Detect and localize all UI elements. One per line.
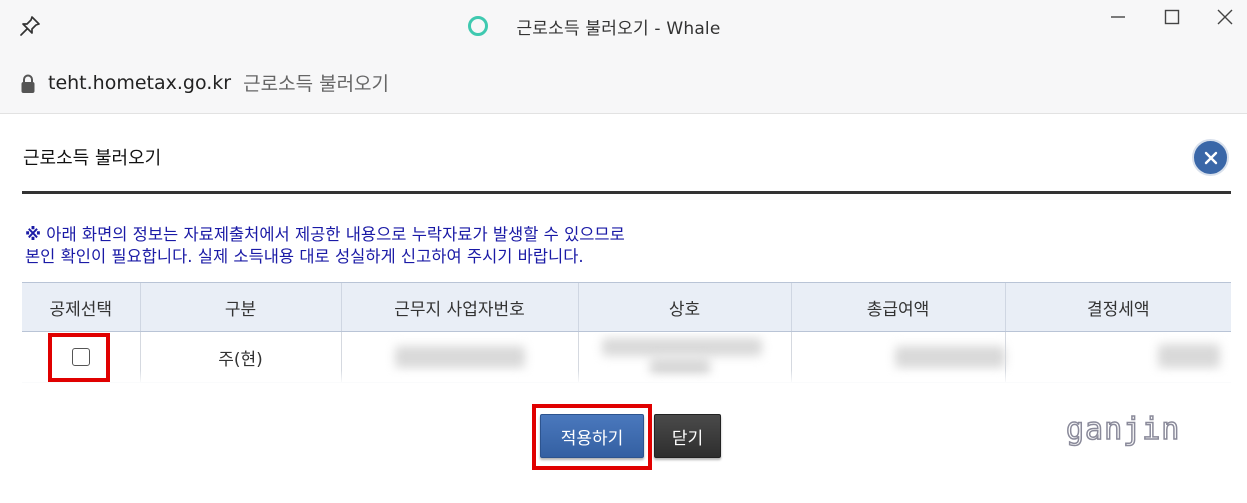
minimize-icon (1111, 16, 1125, 18)
checkbox-highlight (48, 333, 110, 382)
close-button[interactable]: 닫기 (654, 414, 721, 458)
window-title-group: 근로소득 불러오기 - Whale (0, 0, 1247, 52)
maximize-button[interactable] (1152, 2, 1192, 32)
url-page-title: 근로소득 불러오기 (243, 73, 390, 95)
lock-icon (21, 74, 35, 93)
table-header-row: 공제선택 구분 근무지 사업자번호 상호 총급여액 결정세액 (22, 282, 1231, 332)
col-header-business-number: 근무지 사업자번호 (340, 282, 578, 332)
col-header-tax-amount: 결정세액 (1004, 282, 1231, 332)
apply-button-highlight (532, 404, 652, 470)
title-divider (22, 191, 1231, 194)
col-header-select: 공제선택 (22, 282, 140, 332)
url-domain[interactable]: teht.hometax.go.kr (48, 72, 231, 94)
window-title: 근로소득 불러오기 - Whale (516, 18, 721, 39)
address-bar: teht.hometax.go.kr 근로소득 불러오기 (0, 52, 1247, 114)
minimize-button[interactable] (1098, 2, 1138, 32)
watermark-text: ganjin (1065, 411, 1181, 448)
whale-logo-icon (468, 16, 489, 36)
redacted-tax-amount (1158, 344, 1220, 368)
maximize-icon (1164, 9, 1180, 25)
popup-close-button[interactable] (1192, 139, 1229, 176)
browser-titlebar: 근로소득 불러오기 - Whale (0, 0, 1247, 52)
notice-mark: ※ (25, 225, 42, 244)
col-header-category: 구분 (139, 282, 341, 332)
close-icon (1217, 9, 1233, 25)
col-header-total-salary: 총급여액 (790, 282, 1005, 332)
window-close-button[interactable] (1205, 2, 1245, 32)
pin-icon[interactable] (18, 14, 42, 38)
close-x-icon (1204, 151, 1217, 164)
redacted-company-name-1 (602, 338, 762, 356)
redaction-fade (22, 370, 1231, 390)
popup-title: 근로소득 불러오기 (23, 148, 162, 169)
notice-text: ※ 아래 화면의 정보는 자료제출처에서 제공한 내용으로 누락자료가 발생할 … (25, 224, 625, 268)
col-header-company-name: 상호 (577, 282, 791, 332)
redacted-business-number (395, 346, 525, 368)
redacted-total-salary (895, 346, 1005, 368)
notice-line-2: 본인 확인이 필요합니다. 실제 소득내용 대로 성실하게 신고하여 주시기 바… (25, 247, 584, 266)
notice-line-1: 아래 화면의 정보는 자료제출처에서 제공한 내용으로 누락자료가 발생할 수 … (41, 225, 625, 244)
